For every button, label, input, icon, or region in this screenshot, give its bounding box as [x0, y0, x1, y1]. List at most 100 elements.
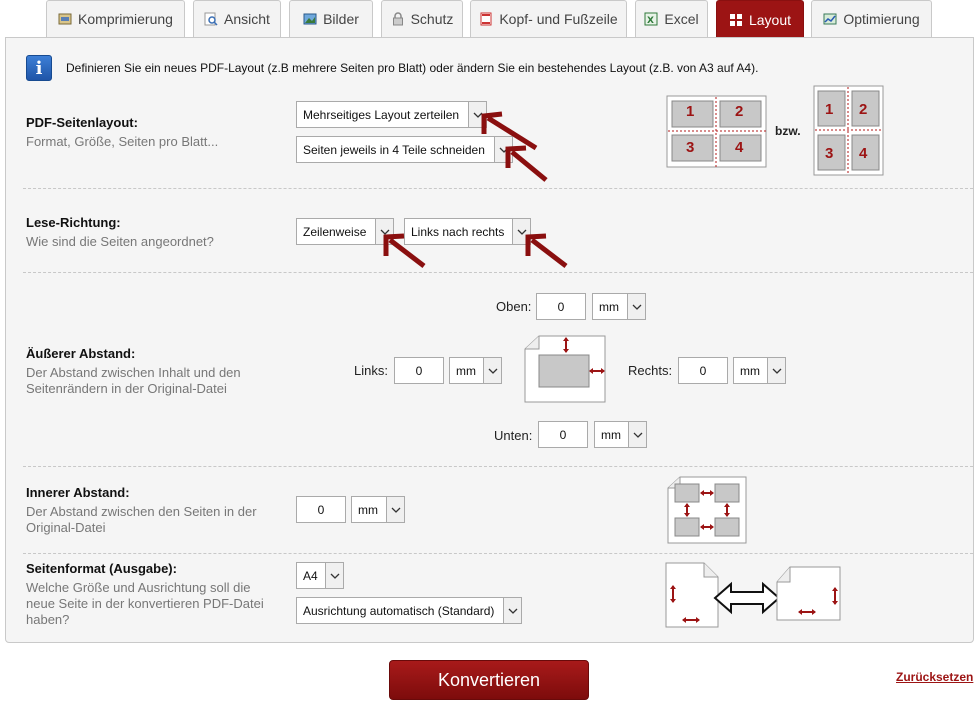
tab-label: Schutz	[410, 11, 454, 27]
output-format-desc-1: Welche Größe und Ausrichtung soll die	[26, 580, 251, 595]
tab-label: Layout	[748, 11, 792, 28]
inner-margin-desc-2: Original-Datei	[26, 520, 106, 535]
select-value: mm	[456, 363, 476, 378]
tab-komprimierung[interactable]: Komprimierung	[46, 0, 185, 37]
outer-margin-desc-2: Seitenrändern in der Original-Datei	[26, 381, 227, 396]
info-icon: i	[26, 55, 52, 81]
bottom-margin-unit-select[interactable]: mm	[594, 421, 647, 448]
page-layout-title: PDF-Seitenlayout:	[26, 115, 138, 130]
inner-margin-diagram	[667, 476, 747, 544]
left-margin-input[interactable]: 0	[394, 357, 444, 384]
select-value: mm	[601, 427, 621, 442]
tab-bilder[interactable]: Bilder	[289, 0, 373, 37]
chevron-down-icon	[628, 422, 646, 447]
page-layout-mode-select[interactable]: Mehrseitiges Layout zerteilen	[296, 101, 487, 128]
diagram-number: 2	[859, 101, 868, 118]
chevron-down-icon	[627, 294, 645, 319]
outer-margin-title: Äußerer Abstand:	[26, 346, 136, 361]
diagram-number: 4	[735, 139, 744, 156]
inner-margin-desc-1: Der Abstand zwischen den Seiten in der	[26, 504, 257, 519]
tab-label: Optimierung	[843, 11, 920, 27]
pointer-arrow-icon	[525, 233, 568, 268]
diagram-number: 3	[825, 145, 834, 162]
select-value: Ausrichtung automatisch (Standard)	[303, 603, 495, 618]
outer-margin-desc-1: Der Abstand zwischen Inhalt und den	[26, 365, 241, 380]
layout-panel: i Definieren Sie ein neues PDF-Layout (z…	[5, 37, 974, 643]
orientation-select[interactable]: Ausrichtung automatisch (Standard)	[296, 597, 522, 624]
tab-optimierung[interactable]: Optimierung	[811, 0, 932, 37]
bzw-label: bzw.	[775, 124, 801, 138]
left-margin-label: Links:	[354, 363, 388, 378]
chevron-down-icon	[386, 497, 404, 522]
output-format-desc-2: neue Seite in der konvertieren PDF-Datei	[26, 596, 264, 611]
magnifier-icon	[204, 12, 218, 26]
layout-settings-page: Komprimierung Ansicht Bilder Schutz Kopf…	[0, 0, 980, 702]
select-value: mm	[740, 363, 760, 378]
tab-schutz[interactable]: Schutz	[381, 0, 463, 37]
inner-margin-unit-select[interactable]: mm	[351, 496, 405, 523]
tab-label: Bilder	[323, 11, 359, 27]
diagram-number: 3	[686, 139, 695, 156]
section-divider	[23, 188, 973, 189]
tab-bar: Komprimierung Ansicht Bilder Schutz Kopf…	[0, 0, 980, 38]
chevron-down-icon	[767, 358, 785, 383]
top-margin-unit-select[interactable]: mm	[592, 293, 646, 320]
compress-icon	[58, 12, 72, 26]
inner-margin-input[interactable]: 0	[296, 496, 346, 523]
image-icon	[303, 12, 317, 26]
optimize-icon	[823, 12, 837, 26]
tab-ansicht[interactable]: Ansicht	[193, 0, 281, 37]
reading-direction-title: Lese-Richtung:	[26, 215, 121, 230]
tab-label: Ansicht	[224, 11, 270, 27]
pointer-arrow-icon	[505, 145, 548, 182]
left-margin-unit-select[interactable]: mm	[449, 357, 502, 384]
reading-direction-desc: Wie sind die Seiten angeordnet?	[26, 234, 214, 249]
tab-label: Kopf- und Fußzeile	[499, 11, 618, 27]
chevron-down-icon	[483, 358, 501, 383]
lock-icon	[391, 12, 405, 26]
select-value: Seiten jeweils in 4 Teile schneiden	[303, 142, 485, 157]
tab-kopf-fusszeile[interactable]: Kopf- und Fußzeile	[470, 0, 627, 37]
tab-label: Excel	[664, 11, 699, 27]
section-divider	[23, 466, 973, 467]
section-divider	[23, 553, 973, 554]
excel-icon: X	[644, 12, 658, 26]
diagram-number: 1	[686, 103, 695, 120]
diagram-number: 2	[735, 103, 744, 120]
orientation-diagram	[665, 562, 841, 628]
layout-icon	[729, 13, 743, 27]
output-format-title: Seitenformat (Ausgabe):	[26, 561, 177, 576]
split-landscape-diagram	[666, 95, 767, 168]
output-format-desc-3: haben?	[26, 612, 70, 627]
select-value: Mehrseitiges Layout zerteilen	[303, 107, 460, 122]
chevron-down-icon	[503, 598, 521, 623]
right-margin-label: Rechts:	[628, 363, 673, 378]
page-layout-desc: Format, Größe, Seiten pro Blatt...	[26, 134, 219, 149]
top-margin-input[interactable]: 0	[536, 293, 586, 320]
reset-link[interactable]: Zurücksetzen	[896, 670, 973, 684]
info-text: Definieren Sie ein neues PDF-Layout (z.B…	[66, 61, 759, 75]
tab-excel[interactable]: X Excel	[635, 0, 708, 37]
select-value: mm	[358, 502, 378, 517]
select-value: Zeilenweise	[303, 224, 367, 239]
diagram-number: 1	[825, 101, 834, 118]
tab-label: Komprimierung	[78, 11, 173, 27]
select-value: mm	[599, 299, 619, 314]
page-size-select[interactable]: A4	[296, 562, 344, 589]
outer-margin-diagram	[524, 335, 606, 403]
tab-layout[interactable]: Layout	[716, 0, 804, 38]
pointer-arrow-icon	[383, 233, 426, 268]
split-portrait-diagram	[813, 85, 884, 176]
convert-button[interactable]: Konvertieren	[389, 660, 589, 700]
header-footer-icon	[479, 12, 493, 26]
section-divider	[23, 272, 973, 273]
bottom-margin-input[interactable]: 0	[538, 421, 588, 448]
bottom-margin-label: Unten:	[494, 428, 533, 443]
diagram-number: 4	[859, 145, 868, 162]
right-margin-input[interactable]: 0	[678, 357, 728, 384]
svg-text:X: X	[647, 16, 654, 26]
select-value: A4	[303, 568, 318, 583]
top-margin-label: Oben:	[496, 299, 532, 314]
chevron-down-icon	[325, 563, 343, 588]
right-margin-unit-select[interactable]: mm	[733, 357, 786, 384]
